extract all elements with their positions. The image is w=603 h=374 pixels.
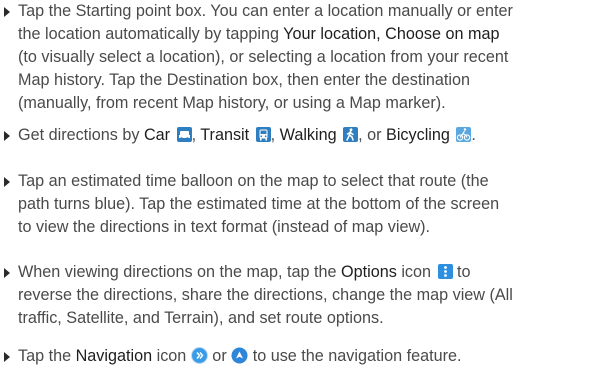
bicycling-icon xyxy=(456,127,472,142)
text-line: path turns blue). Tap the estimated time… xyxy=(18,195,500,213)
paragraph-text: Get directions by Car , Transit , Walkin… xyxy=(18,124,601,147)
text-line: Tap an estimated time balloon on the map… xyxy=(18,172,489,190)
text-segment: Get directions by xyxy=(18,126,144,144)
paragraph-text: Tap the Starting point box. You can ente… xyxy=(18,0,601,115)
navigation-arrow-icon xyxy=(231,347,248,364)
text-segment: to use the navigation feature. xyxy=(248,347,462,365)
keyword-separator: , xyxy=(376,25,386,43)
text-segment: When viewing directions on the map, tap … xyxy=(18,263,342,281)
text-segment: , or xyxy=(358,126,387,144)
text-line: Tap the Starting point box. You can ente… xyxy=(18,2,513,20)
text-line: the location automatically by tapping Yo… xyxy=(18,23,601,46)
text-segment: to xyxy=(452,263,471,281)
text-line: When viewing directions on the map, tap … xyxy=(18,261,601,284)
text-line: reverse the directions, share the direct… xyxy=(18,286,513,304)
text-segment: icon xyxy=(396,263,436,281)
text-segment: . xyxy=(471,126,476,144)
text-segment: the location automatically by tapping xyxy=(18,25,284,43)
paragraph-text: Tap an estimated time balloon on the map… xyxy=(18,170,601,239)
bullet-arrow-icon xyxy=(4,268,10,278)
keyword-choose-on-map: Choose on map xyxy=(385,25,500,43)
keyword-navigation: Navigation xyxy=(75,347,153,365)
text-segment: , xyxy=(270,126,280,144)
text-segment: Tap the xyxy=(18,347,76,365)
text-segment: or xyxy=(207,347,232,365)
text-line: Tap the Navigation icon or to use the na… xyxy=(18,345,601,368)
keyword-walking: Walking xyxy=(279,126,337,144)
keyword-bicycling: Bicycling xyxy=(386,126,450,144)
text-line: (to visually select a location), or sele… xyxy=(18,48,509,66)
bullet-arrow-icon xyxy=(4,177,10,187)
keyword-your-location: Your location xyxy=(283,25,377,43)
keyword-car: Car xyxy=(143,126,171,144)
car-icon xyxy=(176,127,192,142)
text-line: Map history. Tap the Destination box, th… xyxy=(18,71,471,89)
manual-page: Tap the Starting point box. You can ente… xyxy=(0,0,603,374)
paragraph-text: When viewing directions on the map, tap … xyxy=(18,261,601,330)
bullet-arrow-icon xyxy=(4,7,10,17)
text-segment: icon xyxy=(152,347,191,365)
walking-icon xyxy=(343,127,359,142)
text-line: traffic, Satellite, and Terrain), and se… xyxy=(18,309,384,327)
text-segment: , xyxy=(191,126,201,144)
keyword-options: Options xyxy=(341,263,397,281)
text-line: to view the directions in text format (i… xyxy=(18,218,431,236)
navigation-icon xyxy=(190,347,208,364)
paragraph-text: Tap the Navigation icon or to use the na… xyxy=(18,345,601,368)
options-icon xyxy=(437,264,453,279)
text-line: (manually, from recent Map history, or u… xyxy=(18,94,446,112)
bullet-arrow-icon xyxy=(4,131,10,141)
text-line: Get directions by Car , Transit , Walkin… xyxy=(18,124,601,147)
keyword-transit: Transit xyxy=(200,126,250,144)
bullet-arrow-icon xyxy=(4,352,10,362)
transit-icon xyxy=(255,127,271,142)
